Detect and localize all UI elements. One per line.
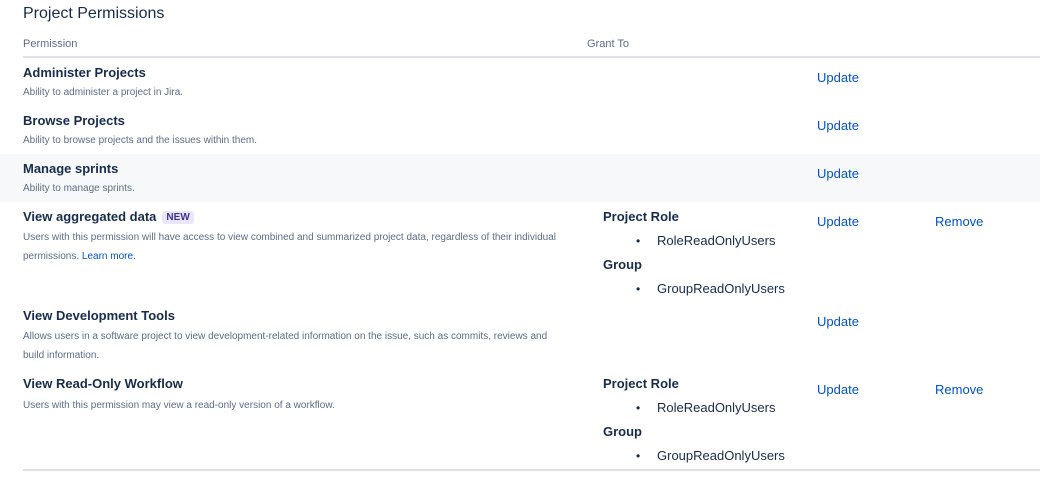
grant-item: • RoleReadOnlyUsers [636,233,776,248]
table-bottom-divider [23,469,1040,471]
grant-type-label: Project Role [603,209,679,224]
project-permissions-page: Project Permissions Permission Grant To … [0,0,1040,477]
bullet-icon: • [636,282,641,296]
permission-description: Ability to manage sprints. [23,183,135,194]
grant-type-label: Group [603,257,642,272]
column-header-permission: Permission [23,38,78,50]
remove-link[interactable]: Remove [935,214,983,229]
grant-item-name: RoleReadOnlyUsers [657,400,776,415]
permission-row-view-development-tools: View Development Tools Allows users in a… [0,302,1040,370]
permission-description: Users with this permission will have acc… [23,228,563,266]
permission-name-text: View aggregated data [23,209,157,224]
grant-item: • RoleReadOnlyUsers [636,400,776,415]
remove-link[interactable]: Remove [935,382,983,397]
page-title: Project Permissions [23,5,165,22]
permission-row-view-read-only-workflow: View Read-Only Workflow Users with this … [0,370,1040,469]
grant-item-name: RoleReadOnlyUsers [657,233,776,248]
permission-description: Ability to administer a project in Jira. [23,87,184,98]
permission-name: View aggregated data NEW [23,209,194,224]
new-badge: NEW [162,211,194,224]
permission-row-view-aggregated-data: View aggregated data NEW Users with this … [0,202,1040,302]
permission-name: Manage sprints [23,161,119,176]
update-link[interactable]: Update [817,118,859,133]
grant-item-name: GroupReadOnlyUsers [657,281,785,296]
permission-name: View Read-Only Workflow [23,376,183,391]
update-link[interactable]: Update [817,314,859,329]
grant-item: • GroupReadOnlyUsers [636,281,785,296]
column-header-grant-to: Grant To [587,38,629,50]
bullet-icon: • [636,401,641,415]
update-link[interactable]: Update [817,166,859,181]
permission-name: Administer Projects [23,65,146,80]
update-link[interactable]: Update [817,214,859,229]
permission-description: Allows users in a software project to vi… [23,331,548,361]
permission-description: Ability to browse projects and the issue… [23,135,257,146]
permission-row-browse-projects: Browse Projects Ability to browse projec… [0,106,1040,154]
update-link[interactable]: Update [817,382,859,397]
bullet-icon: • [636,449,641,463]
update-link[interactable]: Update [817,70,859,85]
permission-description: Users with this permission may view a re… [23,400,335,411]
bullet-icon: • [636,234,641,248]
permission-row-manage-sprints: Manage sprints Ability to manage sprints… [0,154,1040,202]
permission-row-administer-projects: Administer Projects Ability to administe… [0,58,1040,106]
permission-name: View Development Tools [23,308,175,323]
permission-name: Browse Projects [23,113,125,128]
grant-item: • GroupReadOnlyUsers [636,448,785,463]
grant-type-label: Project Role [603,376,679,391]
learn-more-link[interactable]: Learn more. [82,251,136,262]
grant-type-label: Group [603,424,642,439]
grant-item-name: GroupReadOnlyUsers [657,448,785,463]
